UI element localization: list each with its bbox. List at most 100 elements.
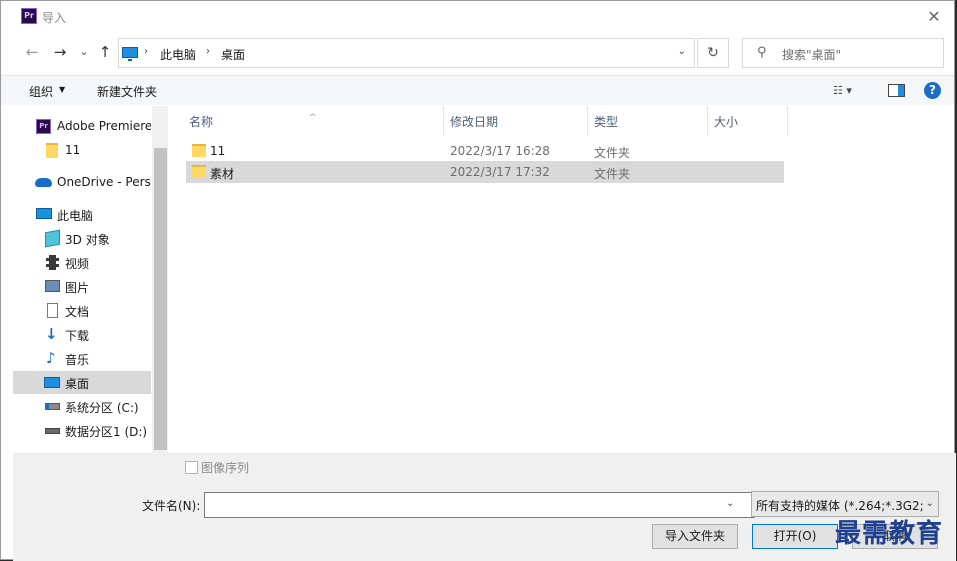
organize-menu[interactable]: 组织 xyxy=(29,83,53,100)
desktop-icon xyxy=(44,377,60,388)
sidebar-item-label: 视频 xyxy=(65,257,90,271)
breadcrumb-desktop[interactable]: 桌面 xyxy=(221,46,245,63)
picture-icon xyxy=(45,280,60,292)
chevron-down-icon[interactable]: ⌄ xyxy=(678,46,686,57)
breadcrumb-separator-icon[interactable]: › xyxy=(144,46,148,57)
sort-ascending-icon: ^ xyxy=(309,113,317,123)
file-row[interactable]: 素材 2022/3/17 17:32 文件夹 xyxy=(186,161,784,183)
premiere-app-icon: Pr xyxy=(21,8,37,24)
file-modified-date: 2022/3/17 17:32 xyxy=(450,165,550,179)
folder-icon xyxy=(46,143,58,158)
import-folder-button[interactable]: 导入文件夹 xyxy=(652,524,738,549)
breadcrumb-separator-icon[interactable]: › xyxy=(206,46,210,57)
sidebar-item-label: 系统分区 (C:) xyxy=(65,401,139,415)
close-button[interactable]: ✕ xyxy=(914,1,954,32)
drive-icon xyxy=(45,428,60,434)
recent-locations-icon[interactable]: ⌄ xyxy=(77,41,91,63)
sidebar-item-label: 此电脑 xyxy=(57,209,94,223)
file-list: 名称 ^ 修改日期 类型 大小 11 2022/3/17 16:28 文件夹 素… xyxy=(169,106,956,453)
sidebar-item-drive-c[interactable]: 系统分区 (C:) xyxy=(13,395,151,418)
file-name: 素材 xyxy=(210,167,235,181)
import-dialog: Pr 导入 ✕ ← → ⌄ ↑ › 此电脑 › 桌面 ⌄ ↻ ⚲ 搜索"桌面" … xyxy=(0,0,956,561)
sidebar-item-11[interactable]: 11 xyxy=(13,139,151,162)
column-divider[interactable] xyxy=(787,106,788,136)
chevron-down-icon[interactable]: ⌄ xyxy=(726,498,734,509)
sidebar-item-videos[interactable]: 视频 xyxy=(13,251,151,274)
view-options-icon[interactable]: ☷ ▾ xyxy=(833,84,852,97)
sidebar-item-documents[interactable]: 文档 xyxy=(13,299,151,322)
filename-label: 文件名(N): xyxy=(142,499,201,513)
forward-arrow-icon[interactable]: → xyxy=(51,41,69,63)
column-header-label: 修改日期 xyxy=(450,115,499,129)
pc-icon xyxy=(122,47,138,61)
sidebar-scrollbar[interactable] xyxy=(152,106,168,453)
sidebar-item-label: 桌面 xyxy=(65,377,90,391)
bottom-panel: 图像序列 文件名(N): ⌄ 所有支持的媒体 (*.264;*.3G2;* ⌄ … xyxy=(13,453,956,561)
open-button[interactable]: 打开(O) xyxy=(752,524,838,549)
column-header-label: 类型 xyxy=(594,115,619,129)
sidebar-item-label: 图片 xyxy=(65,281,90,295)
new-folder-button[interactable]: 新建文件夹 xyxy=(97,83,157,100)
sidebar-item-drive-d[interactable]: 数据分区1 (D:) xyxy=(13,419,151,442)
navigation-pane: Pr Adobe Premiere 11 OneDrive - Perso 此电… xyxy=(13,106,168,453)
column-header-name[interactable]: 名称 ^ xyxy=(169,106,443,136)
system-drive-icon xyxy=(45,403,60,410)
image-sequence-label: 图像序列 xyxy=(201,461,250,475)
file-type-filter-value: 所有支持的媒体 (*.264;*.3G2;* xyxy=(756,499,930,513)
cube-icon xyxy=(45,229,60,248)
column-header-label: 名称 xyxy=(189,115,214,129)
sidebar-item-downloads[interactable]: ↓ 下载 xyxy=(13,323,151,346)
scrollbar-thumb[interactable] xyxy=(154,148,167,450)
watermark-logo: 最需教育 xyxy=(835,519,944,549)
sidebar-item-label: OneDrive - Perso xyxy=(57,175,151,189)
file-type: 文件夹 xyxy=(594,146,631,160)
sidebar-item-label: 数据分区1 (D:) xyxy=(65,425,148,439)
column-header-size[interactable]: 大小 xyxy=(708,106,787,136)
column-header-type[interactable]: 类型 xyxy=(588,106,707,136)
document-icon xyxy=(47,303,58,318)
file-modified-date: 2022/3/17 16:28 xyxy=(450,144,550,158)
search-placeholder: 搜索"桌面" xyxy=(782,48,842,62)
sidebar-item-label: Adobe Premiere xyxy=(57,119,151,133)
cloud-icon xyxy=(35,178,52,187)
command-toolbar: 组织 ▼ 新建文件夹 ☷ ▾ ? xyxy=(1,75,954,105)
organize-arrow-icon[interactable]: ▼ xyxy=(59,85,65,94)
title-bar: Pr 导入 ✕ xyxy=(1,1,954,32)
file-row[interactable]: 11 2022/3/17 16:28 文件夹 xyxy=(186,140,784,162)
sidebar-item-music[interactable]: ♪ 音乐 xyxy=(13,347,151,370)
sidebar-item-3d-objects[interactable]: 3D 对象 xyxy=(13,227,151,250)
sidebar-item-label: 音乐 xyxy=(65,353,90,367)
pc-icon xyxy=(36,208,52,219)
search-icon: ⚲ xyxy=(757,45,767,60)
help-icon[interactable]: ? xyxy=(924,82,941,99)
sidebar-item-label: 11 xyxy=(65,143,81,157)
music-icon: ♪ xyxy=(46,349,56,367)
breadcrumb-pc[interactable]: 此电脑 xyxy=(160,46,196,63)
sidebar-item-adobe-premiere[interactable]: Pr Adobe Premiere xyxy=(13,115,151,138)
back-arrow-icon[interactable]: ← xyxy=(23,41,41,63)
up-arrow-icon[interactable]: ↑ xyxy=(96,41,114,63)
sidebar-item-label: 3D 对象 xyxy=(65,233,110,247)
refresh-button[interactable]: ↻ xyxy=(697,38,729,68)
file-type: 文件夹 xyxy=(594,167,631,181)
column-header-date[interactable]: 修改日期 xyxy=(444,106,587,136)
sidebar-item-label: 下载 xyxy=(65,329,90,343)
sidebar-item-onedrive[interactable]: OneDrive - Perso xyxy=(13,171,151,194)
search-input[interactable]: ⚲ 搜索"桌面" xyxy=(742,38,944,68)
sidebar-item-label: 文档 xyxy=(65,305,90,319)
address-bar[interactable]: › 此电脑 › 桌面 ⌄ xyxy=(118,38,695,68)
video-icon xyxy=(46,255,59,270)
premiere-icon: Pr xyxy=(36,119,51,134)
chevron-down-icon: ⌄ xyxy=(922,498,934,509)
window-title: 导入 xyxy=(42,11,67,25)
sidebar-item-desktop[interactable]: 桌面 xyxy=(13,371,151,394)
file-name: 11 xyxy=(210,144,226,158)
image-sequence-checkbox[interactable] xyxy=(185,461,198,474)
refresh-icon: ↻ xyxy=(707,45,719,61)
sidebar-item-pictures[interactable]: 图片 xyxy=(13,275,151,298)
sidebar-item-this-pc[interactable]: 此电脑 xyxy=(13,203,151,226)
folder-icon xyxy=(192,144,206,157)
preview-pane-icon[interactable] xyxy=(888,84,905,97)
navigation-bar: ← → ⌄ ↑ › 此电脑 › 桌面 ⌄ ↻ ⚲ 搜索"桌面" xyxy=(1,32,954,74)
filename-input[interactable] xyxy=(204,492,755,518)
